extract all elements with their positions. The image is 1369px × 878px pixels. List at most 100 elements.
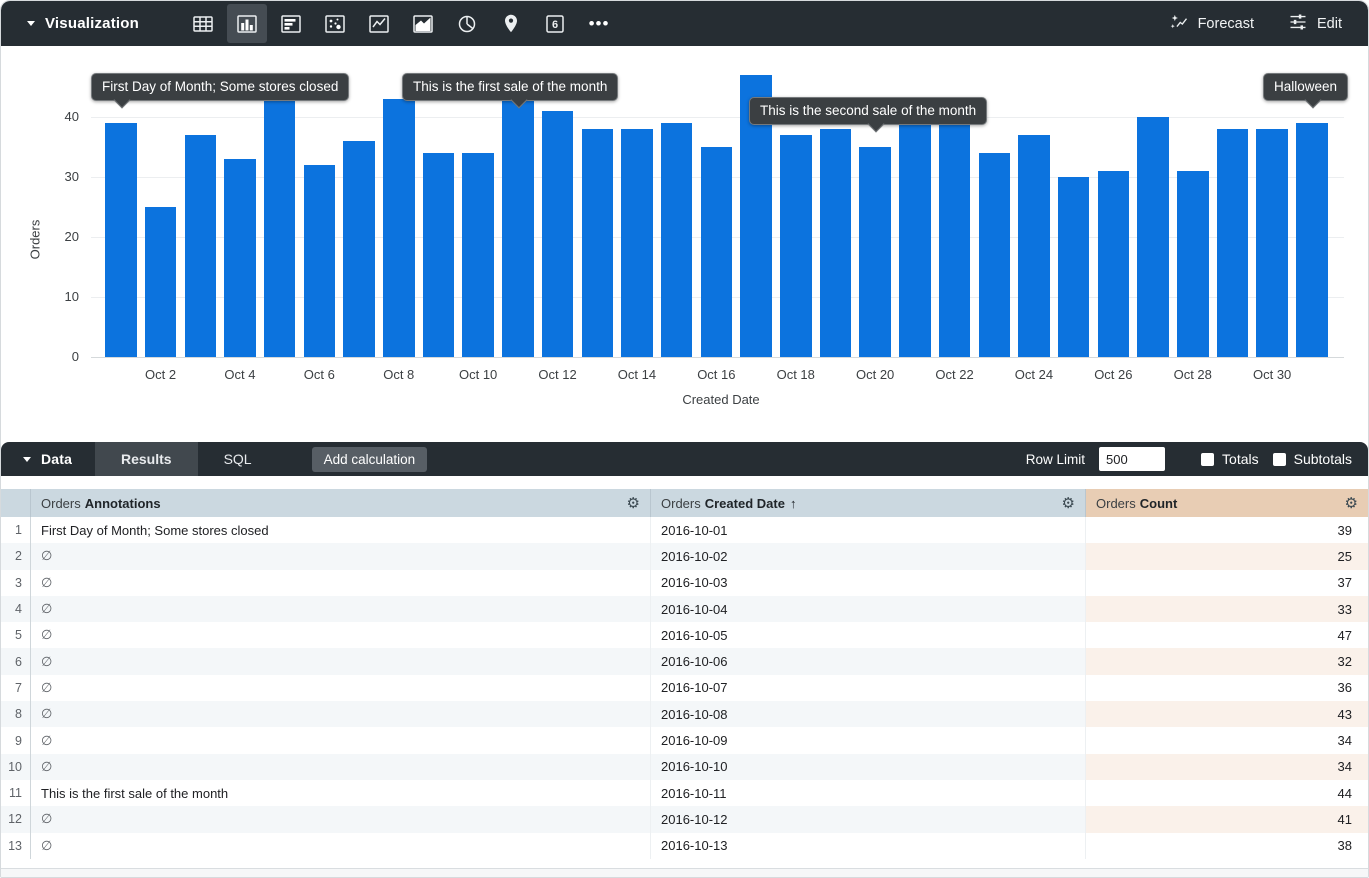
viz-type-area-button[interactable] — [403, 4, 443, 43]
forecast-button[interactable]: Forecast — [1169, 12, 1254, 36]
horizontal-scrollbar-track[interactable] — [1, 868, 1368, 877]
date-cell[interactable]: 2016-10-06 — [651, 648, 1086, 674]
viz-type-line-button[interactable] — [359, 4, 399, 43]
count-cell[interactable]: 43 — [1086, 701, 1368, 727]
viz-type-scatter-button[interactable] — [315, 4, 355, 43]
date-cell[interactable]: 2016-10-03 — [651, 570, 1086, 596]
annotation-cell[interactable]: ∅ — [31, 833, 651, 859]
annotation-cell[interactable]: First Day of Month; Some stores closed — [31, 517, 651, 543]
date-cell[interactable]: 2016-10-02 — [651, 543, 1086, 569]
bar[interactable] — [1137, 117, 1169, 357]
count-cell[interactable]: 37 — [1086, 570, 1368, 596]
date-cell[interactable]: 2016-10-10 — [651, 754, 1086, 780]
bar[interactable] — [1177, 171, 1209, 357]
bar[interactable] — [264, 75, 296, 357]
chart-annotation-tooltip[interactable]: This is the second sale of the month — [749, 97, 987, 125]
bar[interactable] — [383, 99, 415, 357]
tab-sql[interactable]: SQL — [198, 442, 278, 476]
count-cell[interactable]: 38 — [1086, 833, 1368, 859]
edit-button[interactable]: Edit — [1288, 12, 1342, 36]
bar[interactable] — [185, 135, 217, 357]
bar[interactable] — [820, 129, 852, 357]
count-cell[interactable]: 34 — [1086, 727, 1368, 753]
bar[interactable] — [224, 159, 256, 357]
chart-annotation-tooltip[interactable]: First Day of Month; Some stores closed — [91, 73, 349, 101]
date-cell[interactable]: 2016-10-09 — [651, 727, 1086, 753]
bar[interactable] — [423, 153, 455, 357]
bar[interactable] — [899, 123, 931, 357]
column-header-annotations[interactable]: Orders Annotations — [31, 489, 651, 517]
subtotals-checkbox-group[interactable]: Subtotals — [1273, 451, 1352, 467]
count-cell[interactable]: 25 — [1086, 543, 1368, 569]
column-header-created-date[interactable]: Orders Created Date ↑ — [651, 489, 1086, 517]
annotation-cell[interactable]: ∅ — [31, 543, 651, 569]
column-gear-icon[interactable] — [627, 496, 640, 511]
date-cell[interactable]: 2016-10-07 — [651, 675, 1086, 701]
count-cell[interactable]: 36 — [1086, 675, 1368, 701]
column-gear-icon[interactable] — [1345, 496, 1358, 511]
viz-type-bar-button[interactable] — [271, 4, 311, 43]
date-cell[interactable]: 2016-10-12 — [651, 806, 1086, 832]
count-cell[interactable]: 44 — [1086, 780, 1368, 806]
chart-annotation-tooltip[interactable]: This is the first sale of the month — [402, 73, 618, 101]
date-cell[interactable]: 2016-10-05 — [651, 622, 1086, 648]
totals-checkbox[interactable] — [1201, 453, 1214, 466]
date-cell[interactable]: 2016-10-13 — [651, 833, 1086, 859]
count-cell[interactable]: 33 — [1086, 596, 1368, 622]
bar[interactable] — [145, 207, 177, 357]
viz-type-more-button[interactable]: ••• — [579, 4, 619, 43]
annotation-cell[interactable]: ∅ — [31, 806, 651, 832]
bar[interactable] — [1058, 177, 1090, 357]
column-header-count[interactable]: Orders Count — [1086, 489, 1368, 517]
annotation-cell[interactable]: ∅ — [31, 570, 651, 596]
annotation-cell[interactable]: This is the first sale of the month — [31, 780, 651, 806]
bar[interactable] — [661, 123, 693, 357]
bar[interactable] — [502, 93, 534, 357]
bar[interactable] — [979, 153, 1011, 357]
viz-type-pie-button[interactable] — [447, 4, 487, 43]
annotation-cell[interactable]: ∅ — [31, 754, 651, 780]
bar[interactable] — [701, 147, 733, 357]
visualization-section-toggle[interactable]: Visualization — [27, 15, 177, 32]
bar[interactable] — [859, 147, 891, 357]
date-cell[interactable]: 2016-10-01 — [651, 517, 1086, 543]
viz-type-map-button[interactable] — [491, 4, 531, 43]
bar[interactable] — [780, 135, 812, 357]
count-cell[interactable]: 39 — [1086, 517, 1368, 543]
annotation-cell[interactable]: ∅ — [31, 701, 651, 727]
annotation-cell[interactable]: ∅ — [31, 675, 651, 701]
bar[interactable] — [105, 123, 137, 357]
bar[interactable] — [1296, 123, 1328, 357]
column-gear-icon[interactable] — [1062, 496, 1075, 511]
bar[interactable] — [462, 153, 494, 357]
bar[interactable] — [621, 129, 653, 357]
count-cell[interactable]: 47 — [1086, 622, 1368, 648]
chart-annotation-tooltip[interactable]: Halloween — [1263, 73, 1348, 101]
tab-results[interactable]: Results — [95, 442, 198, 476]
date-cell[interactable]: 2016-10-04 — [651, 596, 1086, 622]
bar[interactable] — [1217, 129, 1249, 357]
bar[interactable] — [343, 141, 375, 357]
annotation-cell[interactable]: ∅ — [31, 727, 651, 753]
count-cell[interactable]: 34 — [1086, 754, 1368, 780]
bar[interactable] — [582, 129, 614, 357]
annotation-cell[interactable]: ∅ — [31, 622, 651, 648]
data-section-toggle[interactable]: Data — [23, 451, 95, 467]
bar[interactable] — [542, 111, 574, 357]
add-calculation-button[interactable]: Add calculation — [312, 447, 428, 472]
bar[interactable] — [939, 99, 971, 357]
row-limit-input[interactable] — [1099, 447, 1165, 471]
totals-checkbox-group[interactable]: Totals — [1201, 451, 1259, 467]
bar[interactable] — [1256, 129, 1288, 357]
count-cell[interactable]: 41 — [1086, 806, 1368, 832]
annotation-cell[interactable]: ∅ — [31, 648, 651, 674]
bar[interactable] — [1098, 171, 1130, 357]
subtotals-checkbox[interactable] — [1273, 453, 1286, 466]
viz-type-single-value-button[interactable]: 6 — [535, 4, 575, 43]
date-cell[interactable]: 2016-10-08 — [651, 701, 1086, 727]
date-cell[interactable]: 2016-10-11 — [651, 780, 1086, 806]
viz-type-table-button[interactable] — [183, 4, 223, 43]
bar[interactable] — [1018, 135, 1050, 357]
count-cell[interactable]: 32 — [1086, 648, 1368, 674]
annotation-cell[interactable]: ∅ — [31, 596, 651, 622]
